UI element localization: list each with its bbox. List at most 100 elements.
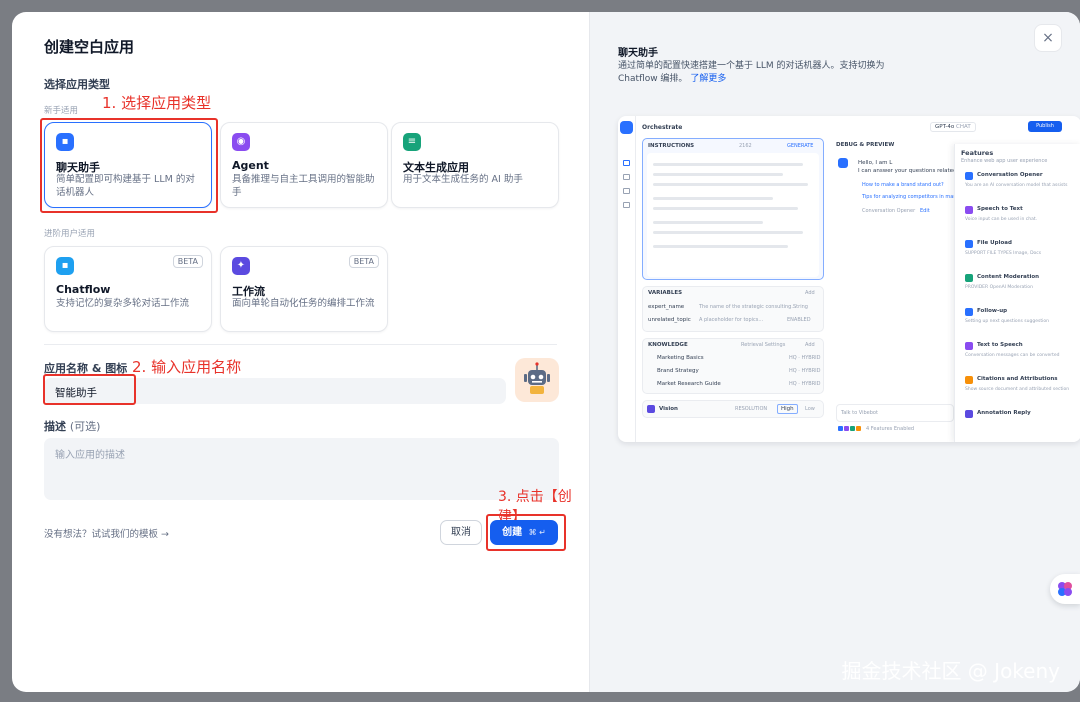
variable-name: expert_name bbox=[648, 304, 685, 310]
knowledge-item: Marketing Basics bbox=[657, 355, 704, 361]
conversation-opener-label: Conversation Opener bbox=[862, 208, 916, 214]
variable-type: String bbox=[793, 304, 808, 310]
variables-label: VARIABLES bbox=[648, 290, 683, 296]
feature-desc: Conversation messages can be converted bbox=[965, 353, 1060, 358]
feature-desc: You are an AI conversation model that as… bbox=[965, 183, 1068, 188]
publish-button: Publish bbox=[1028, 121, 1062, 132]
bot-avatar bbox=[838, 158, 848, 168]
app-type-card-chatflow[interactable]: ▪ BETA Chatflow 支持记忆的复杂多轮对话工作流 bbox=[44, 246, 212, 332]
app-preview-screenshot: Orchestrate GPT-4o CHAT Publish INSTRUCT… bbox=[618, 116, 1080, 442]
description-placeholder: 输入应用的描述 bbox=[55, 450, 125, 461]
moderation-icon bbox=[965, 274, 973, 282]
annotation-box-step1 bbox=[40, 118, 218, 213]
greeting-line1: Hello, I am L bbox=[858, 160, 893, 166]
annotation-icon bbox=[965, 410, 973, 418]
features-title: Features bbox=[961, 149, 994, 157]
feature-item: Content Moderation PROVIDER OpenAI Modera… bbox=[955, 270, 1080, 300]
feature-desc: Voice input can be used in chat. bbox=[965, 217, 1038, 222]
app-type-section-label: 选择应用类型 bbox=[44, 78, 110, 91]
robot-icon bbox=[524, 362, 550, 394]
features-subtitle: Enhance web app user experience bbox=[961, 158, 1048, 164]
divider bbox=[44, 344, 557, 345]
card-desc: 用于文本生成任务的 AI 助手 bbox=[403, 174, 523, 185]
knowledge-add: Add bbox=[805, 342, 815, 348]
beta-badge: BETA bbox=[348, 255, 379, 268]
knowledge-tag: HQ · HYBRID bbox=[789, 355, 821, 361]
orchestrate-icon bbox=[623, 160, 630, 166]
file-upload-icon bbox=[965, 240, 973, 248]
vision-icon bbox=[647, 405, 655, 413]
conversation-opener-icon bbox=[965, 172, 973, 180]
beginner-label: 新手适用 bbox=[44, 106, 79, 116]
feature-item: Citations and Attributions Show source do… bbox=[955, 372, 1080, 402]
preview-desc-line2-wrap: Chatflow 编排。 了解更多 bbox=[618, 73, 885, 86]
chat-placeholder: Talk to Vibebot bbox=[841, 410, 878, 416]
description-textarea[interactable]: 输入应用的描述 bbox=[44, 438, 559, 500]
orchestrate-header: Orchestrate bbox=[642, 124, 683, 131]
knowledge-label: KNOWLEDGE bbox=[648, 342, 688, 348]
model-mode: CHAT bbox=[956, 124, 971, 130]
instructions-label: INSTRUCTIONS bbox=[648, 143, 695, 149]
optional-tag: (可选) bbox=[69, 420, 101, 433]
annotation-step1: 1. 选择应用类型 bbox=[102, 94, 212, 112]
microphone-icon bbox=[965, 206, 973, 214]
vision-section: Vision RESOLUTION High Low bbox=[642, 400, 824, 418]
overview-icon bbox=[623, 202, 630, 208]
close-button[interactable]: × bbox=[1034, 24, 1062, 52]
close-icon: × bbox=[1042, 30, 1054, 46]
agent-icon: ◉ bbox=[232, 133, 250, 151]
card-name: Agent bbox=[232, 159, 269, 172]
feature-name: Conversation Opener bbox=[977, 172, 1043, 178]
floating-assistant-button[interactable] bbox=[1050, 574, 1080, 604]
feature-item: File Upload SUPPORT FILE TYPES Image, Doc… bbox=[955, 236, 1080, 266]
app-type-card-text-generator[interactable]: ≡ 文本生成应用 用于文本生成任务的 AI 助手 bbox=[391, 122, 559, 208]
api-icon bbox=[623, 174, 630, 180]
description-label: 描述 (可选) bbox=[44, 418, 100, 434]
greeting-line2: I can answer your questions related bbox=[858, 168, 957, 174]
preview-panel: × 聊天助手 通过简单的配置快速搭建一个基于 LLM 的对话机器人。支持切换为 … bbox=[589, 12, 1080, 692]
suggested-question: How to make a brand stand out? bbox=[862, 182, 944, 188]
instructions-count: 2162 bbox=[739, 143, 752, 149]
variable-desc: A placeholder for topics... bbox=[699, 317, 764, 323]
card-desc: 支持记忆的复杂多轮对话工作流 bbox=[56, 298, 190, 309]
knowledge-tag: HQ · HYBRID bbox=[789, 381, 821, 387]
vision-label: Vision bbox=[659, 406, 678, 412]
modal-title: 创建空白应用 bbox=[44, 38, 135, 56]
variable-name: unrelated_topic bbox=[648, 317, 691, 323]
model-name: GPT-4o bbox=[935, 124, 955, 130]
learn-more-link[interactable]: 了解更多 bbox=[690, 74, 726, 84]
resolution-label: RESOLUTION bbox=[735, 406, 768, 412]
citation-icon bbox=[965, 376, 973, 384]
template-link[interactable]: 没有想法？试试我们的模板 → bbox=[44, 526, 169, 540]
preview-desc-line2: Chatflow 编排。 bbox=[618, 74, 688, 84]
features-panel: Features Enhance web app user experience… bbox=[954, 144, 1080, 442]
feature-desc: PROVIDER OpenAI Moderation bbox=[965, 285, 1033, 290]
app-logo-icon bbox=[620, 121, 633, 134]
follow-up-icon bbox=[965, 308, 973, 316]
knowledge-tag: HQ · HYBRID bbox=[789, 368, 821, 374]
preview-desc-line1: 通过简单的配置快速搭建一个基于 LLM 的对话机器人。支持切换为 bbox=[618, 61, 885, 71]
feature-item: Text to Speech Conversation messages can … bbox=[955, 338, 1080, 368]
description-label-text: 描述 bbox=[44, 420, 66, 433]
preview-sidebar bbox=[618, 116, 636, 442]
variable-type: ENABLED bbox=[787, 317, 811, 323]
app-type-card-workflow[interactable]: ✦ BETA 工作流 面向单轮自动化任务的编排工作流 bbox=[220, 246, 388, 332]
opener-edit: Edit bbox=[920, 208, 930, 214]
low-option: Low bbox=[805, 406, 815, 412]
feature-item: Follow-up Setting up next questions sugge… bbox=[955, 304, 1080, 334]
annotation-box-step2 bbox=[43, 374, 136, 405]
model-selector: GPT-4o CHAT bbox=[930, 122, 976, 132]
feature-name: File Upload bbox=[977, 240, 1012, 246]
variable-desc: The name of the strategic consulting... bbox=[699, 304, 797, 310]
feature-name: Speech to Text bbox=[977, 206, 1023, 212]
chat-input: Talk to Vibebot bbox=[836, 404, 954, 422]
cancel-button[interactable]: 取消 bbox=[440, 520, 482, 545]
feature-desc: Show source document and attributed sect… bbox=[965, 387, 1070, 392]
app-icon-picker[interactable] bbox=[515, 358, 559, 402]
app-type-card-agent[interactable]: ◉ Agent 具备推理与自主工具调用的智能助手 bbox=[220, 122, 388, 208]
features-enabled: 4 Features Enabled bbox=[866, 426, 915, 432]
card-name: Chatflow bbox=[56, 283, 111, 296]
knowledge-section: KNOWLEDGE Retrieval Settings Add Marketi… bbox=[642, 338, 824, 394]
feature-dots bbox=[838, 426, 862, 432]
feature-item: Conversation Opener You are an AI convers… bbox=[955, 168, 1080, 198]
